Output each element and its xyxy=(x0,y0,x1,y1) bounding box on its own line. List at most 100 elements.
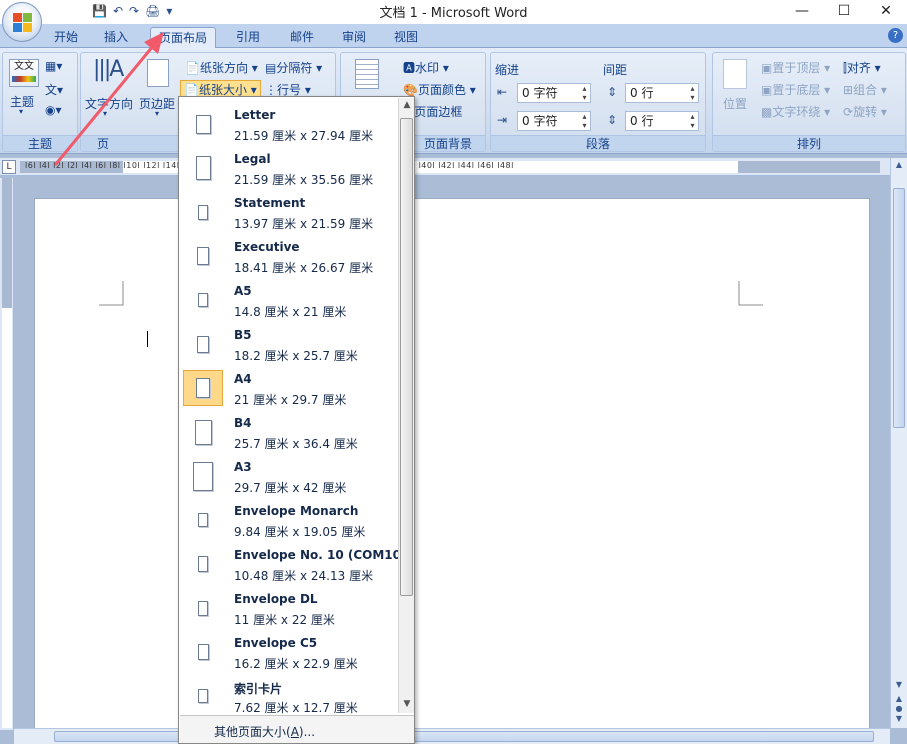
paper-icon xyxy=(198,600,208,616)
paper-icon xyxy=(195,156,211,180)
paper-thumbnail xyxy=(183,282,223,318)
rotate-button[interactable]: ⟳旋转 ▾ xyxy=(843,103,887,120)
indent-left-icon: ⇤ xyxy=(497,85,508,99)
paper-size-name: Legal xyxy=(234,152,271,166)
help-icon[interactable]: ? xyxy=(888,28,903,43)
paper-size-item[interactable]: Executive 18.41 厘米 x 26.67 厘米 xyxy=(180,234,398,278)
paper-size-item[interactable]: A3 29.7 厘米 x 42 厘米 xyxy=(180,454,398,498)
theme-effects-icon[interactable]: ◉▾ xyxy=(45,103,62,117)
paper-size-name: Envelope C5 xyxy=(234,636,318,650)
orientation-button[interactable]: 📄纸张方向 ▾ xyxy=(185,59,258,76)
ribbon-tabs: 开始 插入 页面布局 引用 邮件 审阅 视图 ? xyxy=(0,24,907,48)
paper-size-item[interactable]: Envelope DL 11 厘米 x 22 厘米 xyxy=(180,586,398,630)
indent-left-input[interactable]: 0 字符 xyxy=(517,83,591,103)
paper-size-item[interactable]: B4 25.7 厘米 x 36.4 厘米 xyxy=(180,410,398,454)
office-button[interactable] xyxy=(2,2,42,42)
previous-page-icon[interactable]: ▲ xyxy=(891,694,907,703)
paper-size-dimensions: 16.2 厘米 x 22.9 厘米 xyxy=(234,657,358,671)
watermark-button[interactable]: 🅰水印 ▾ xyxy=(403,59,449,76)
horizontal-scroll-thumb[interactable] xyxy=(54,731,874,742)
paper-size-item[interactable]: A4 21 厘米 x 29.7 厘米 xyxy=(180,366,398,410)
menu-scrollbar[interactable]: ▲ ▼ xyxy=(398,98,414,713)
paper-thumbnail xyxy=(183,194,223,230)
scroll-down-icon[interactable]: ▼ xyxy=(891,680,907,689)
tab-insert[interactable]: 插入 xyxy=(94,27,138,48)
vertical-scrollbar[interactable]: ▲ ▼ ▲ ● ▼ xyxy=(890,158,907,728)
position-icon xyxy=(723,59,747,89)
tab-mailings[interactable]: 邮件 xyxy=(280,27,324,48)
margin-corner-top-left xyxy=(99,281,124,306)
paper-size-item[interactable]: A5 14.8 厘米 x 21 厘米 xyxy=(180,278,398,322)
tab-references[interactable]: 引用 xyxy=(226,27,270,48)
tab-home[interactable]: 开始 xyxy=(44,27,88,48)
arrange-group-label: 排列 xyxy=(713,135,905,151)
paper-size-dimensions: 21.59 厘米 x 27.94 厘米 xyxy=(234,129,374,143)
next-page-icon[interactable]: ▼ xyxy=(891,714,907,723)
theme-fonts-icon[interactable]: 文▾ xyxy=(45,81,63,98)
margin-corner-top-right xyxy=(738,281,763,306)
draft-paper-icon xyxy=(355,59,379,89)
paper-icon xyxy=(198,293,208,307)
close-button[interactable]: ✕ xyxy=(865,0,907,22)
paper-size-name: Envelope DL xyxy=(234,592,318,606)
indent-right-input[interactable]: 0 字符 xyxy=(517,111,591,131)
themes-group-label: 主题 xyxy=(3,135,77,151)
tab-page-layout[interactable]: 页面布局 xyxy=(150,27,216,48)
paper-size-item[interactable]: B5 18.2 厘米 x 25.7 厘米 xyxy=(180,322,398,366)
paper-size-item[interactable]: Statement 13.97 厘米 x 21.59 厘米 xyxy=(180,190,398,234)
margins-icon xyxy=(147,59,169,87)
paper-thumbnail xyxy=(183,238,223,274)
paper-size-dimensions: 29.7 厘米 x 42 厘米 xyxy=(234,481,347,495)
text-wrap-button[interactable]: ▩文字环绕 ▾ xyxy=(761,103,830,120)
menu-scroll-thumb[interactable] xyxy=(400,118,413,596)
paper-size-dimensions: 25.7 厘米 x 36.4 厘米 xyxy=(234,437,358,451)
text-cursor xyxy=(147,331,148,347)
vertical-scroll-thumb[interactable] xyxy=(893,188,905,428)
bring-to-front-button[interactable]: ▣置于顶层 ▾ xyxy=(761,59,830,76)
paper-thumbnail xyxy=(183,634,223,670)
menu-scroll-up-icon[interactable]: ▲ xyxy=(399,100,415,110)
indent-right-icon: ⇥ xyxy=(497,113,508,127)
tab-view[interactable]: 视图 xyxy=(384,27,428,48)
more-paper-sizes-item[interactable]: 其他页面大小(A)... xyxy=(180,715,414,743)
spacing-after-input[interactable]: 0 行 xyxy=(625,111,699,131)
scroll-up-icon[interactable]: ▲ xyxy=(891,160,907,169)
paper-size-item[interactable]: Legal 21.59 厘米 x 35.56 厘米 xyxy=(180,146,398,190)
maximize-button[interactable]: ☐ xyxy=(823,0,865,22)
paper-thumbnail xyxy=(183,106,223,142)
paper-thumbnail xyxy=(183,326,223,362)
tab-review[interactable]: 审阅 xyxy=(332,27,376,48)
horizontal-ruler[interactable]: L l6l l4l l2l l2l l4l l6l l8l l10l l12l … xyxy=(0,158,890,176)
horizontal-scrollbar[interactable] xyxy=(14,728,890,744)
document-page[interactable] xyxy=(34,198,870,738)
paper-size-name: Envelope Monarch xyxy=(234,504,359,518)
paper-size-item[interactable]: Letter 21.59 厘米 x 27.94 厘米 xyxy=(180,102,398,146)
paper-size-name: Letter xyxy=(234,108,276,122)
paper-size-dimensions: 9.84 厘米 x 19.05 厘米 xyxy=(234,525,366,539)
spacing-before-input[interactable]: 0 行 xyxy=(625,83,699,103)
align-button[interactable]: ⫿对齐 ▾ xyxy=(843,59,881,76)
tab-selector[interactable]: L xyxy=(2,160,16,174)
arrange-group: 位置 ▣置于顶层 ▾ ▣置于底层 ▾ ▩文字环绕 ▾ ⫿对齐 ▾ ⊞组合 ▾ ⟳… xyxy=(712,52,906,152)
menu-scroll-down-icon[interactable]: ▼ xyxy=(399,699,415,709)
paper-size-name: A4 xyxy=(234,372,252,386)
more-paper-sizes-label: 其他页面大小(A)... xyxy=(214,725,316,739)
document-area[interactable] xyxy=(14,176,890,738)
paper-size-item[interactable]: Envelope Monarch 9.84 厘米 x 19.05 厘米 xyxy=(180,498,398,542)
minimize-button[interactable]: — xyxy=(781,0,823,22)
position-button[interactable]: 位置 xyxy=(723,95,747,112)
text-direction-button[interactable]: 文字方向 xyxy=(85,95,133,112)
send-to-back-button[interactable]: ▣置于底层 ▾ xyxy=(761,81,830,98)
paper-size-item[interactable]: 索引卡片 7.62 厘米 x 12.7 厘米 xyxy=(180,674,398,714)
paper-size-item[interactable]: Envelope C5 16.2 厘米 x 22.9 厘米 xyxy=(180,630,398,674)
paper-size-name: B4 xyxy=(234,416,252,430)
theme-colors-icon[interactable]: ▦▾ xyxy=(45,59,62,73)
paper-icon xyxy=(198,556,208,572)
paper-thumbnail xyxy=(183,370,223,406)
paper-size-item[interactable]: Envelope No. 10 (COM10) 10.48 厘米 x 24.13 … xyxy=(180,542,398,586)
group-button[interactable]: ⊞组合 ▾ xyxy=(843,81,887,98)
select-browse-object-icon[interactable]: ● xyxy=(891,704,907,713)
paper-icon xyxy=(197,335,209,353)
vertical-ruler[interactable] xyxy=(0,178,14,730)
breaks-button[interactable]: ▤分隔符 ▾ xyxy=(265,59,322,76)
